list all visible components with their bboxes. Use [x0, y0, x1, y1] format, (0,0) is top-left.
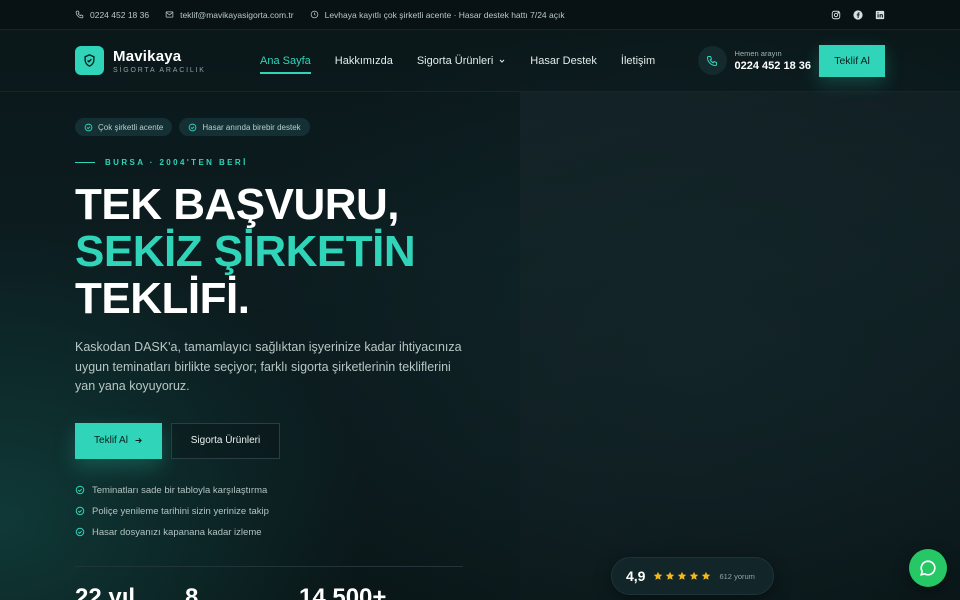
get-quote-button[interactable]: Teklif Al — [75, 422, 162, 459]
top-bar: 0224 452 18 36 teklif@mavikayasigorta.co… — [0, 0, 960, 30]
hero-badge: Hasar anında birebir destek — [179, 118, 310, 136]
main-header: Mavikaya SİGORTA ARACILIK Ana Sayfa Hakk… — [0, 30, 960, 92]
star-icon — [654, 571, 663, 580]
whatsapp-button[interactable] — [909, 549, 947, 587]
nav-products[interactable]: Sigorta Ürünleri — [417, 49, 506, 73]
list-item: Hasar dosyanızı kapanana kadar izleme — [75, 527, 475, 538]
chat-bubble-icon — [920, 560, 936, 576]
topbar-email[interactable]: teklif@mavikayasigorta.com.tr — [165, 10, 294, 20]
topbar-phone[interactable]: 0224 452 18 36 — [75, 10, 149, 20]
star-icon — [666, 571, 675, 580]
shield-check-icon — [75, 46, 104, 75]
clock-icon — [310, 10, 318, 19]
nav-home[interactable]: Ana Sayfa — [260, 49, 311, 74]
check-circle-icon — [75, 485, 85, 495]
hero-badge: Çok şirketli acente — [75, 118, 173, 136]
main-nav: Ana Sayfa Hakkımızda Sigorta Ürünleri Ha… — [260, 49, 655, 74]
logo[interactable]: Mavikaya SİGORTA ARACILIK — [75, 46, 260, 75]
check-circle-icon — [75, 506, 85, 516]
hero-checklist: Teminatları sade bir tabloyla karşılaştı… — [75, 485, 475, 538]
mail-icon — [165, 11, 174, 18]
call-block[interactable]: Hemen arayın 0224 452 18 36 — [697, 46, 811, 75]
phone-icon — [697, 46, 727, 75]
rating-score: 4,9 — [626, 568, 646, 584]
topbar-info-text: Levhaya kayıtlı çok şirketli acente · Ha… — [324, 9, 565, 20]
check-circle-icon — [189, 123, 197, 131]
list-item: Teminatları sade bir tabloyla karşılaştı… — [75, 485, 475, 496]
brand-name: Mavikaya — [113, 47, 182, 65]
linkedin-icon[interactable] — [875, 10, 885, 20]
rating-count: 612 yorum — [719, 571, 755, 581]
stat-years: 22 yıl — [75, 584, 136, 600]
instagram-icon[interactable] — [831, 10, 841, 20]
nav-contact[interactable]: İletişim — [621, 49, 655, 73]
call-number: 0224 452 18 36 — [734, 60, 811, 72]
check-circle-icon — [84, 123, 93, 131]
star-icon — [690, 571, 699, 580]
nav-claims[interactable]: Hasar Destek — [530, 49, 597, 73]
phone-icon — [75, 10, 84, 19]
hero-section: Çok şirketli acente Hasar anında birebir… — [75, 118, 475, 538]
hero-stats: 22 yıl 8 14.500+ — [75, 584, 386, 600]
brand-subtitle: SİGORTA ARACILIK — [113, 66, 206, 74]
hero-image-panel — [520, 92, 960, 600]
list-item: Poliçe yenileme tarihini sizin yerinize … — [75, 506, 475, 517]
star-icon — [678, 571, 687, 580]
star-icon — [702, 571, 711, 580]
facebook-icon[interactable] — [853, 9, 863, 20]
topbar-email-text: teklif@mavikayasigorta.com.tr — [180, 9, 294, 20]
rating-stars — [653, 571, 711, 581]
arrow-right-icon — [135, 437, 142, 444]
hero-ctas: Teklif Al Sigorta Ürünleri — [75, 422, 475, 459]
hero-badges: Çok şirketli acente Hasar anında birebir… — [75, 118, 475, 136]
hero-title: TEK BAŞVURU, SEKİZ ŞİRKETİN TEKLİFİ. — [75, 180, 416, 323]
call-label: Hemen arayın — [734, 49, 782, 58]
stats-divider — [75, 566, 463, 567]
check-circle-icon — [75, 527, 85, 537]
stat-customers: 14.500+ — [299, 584, 387, 600]
header-quote-button[interactable]: Teklif Al — [819, 44, 885, 77]
chevron-down-icon — [499, 59, 505, 63]
social-links — [831, 9, 885, 20]
hero-eyebrow: BURSA · 2004'TEN BERİ — [75, 158, 475, 167]
insurance-products-button[interactable]: Sigorta Ürünleri — [171, 422, 280, 459]
topbar-phone-text: 0224 452 18 36 — [90, 9, 150, 20]
nav-about[interactable]: Hakkımızda — [335, 49, 393, 73]
hero-lead: Kaskodan DASK'a, tamamlayıcı sağlıktan i… — [75, 340, 462, 393]
rating-badge: 4,9 612 yorum — [611, 557, 774, 595]
stat-companies: 8 — [185, 584, 199, 600]
topbar-info: Levhaya kayıtlı çok şirketli acente · Ha… — [310, 10, 565, 20]
